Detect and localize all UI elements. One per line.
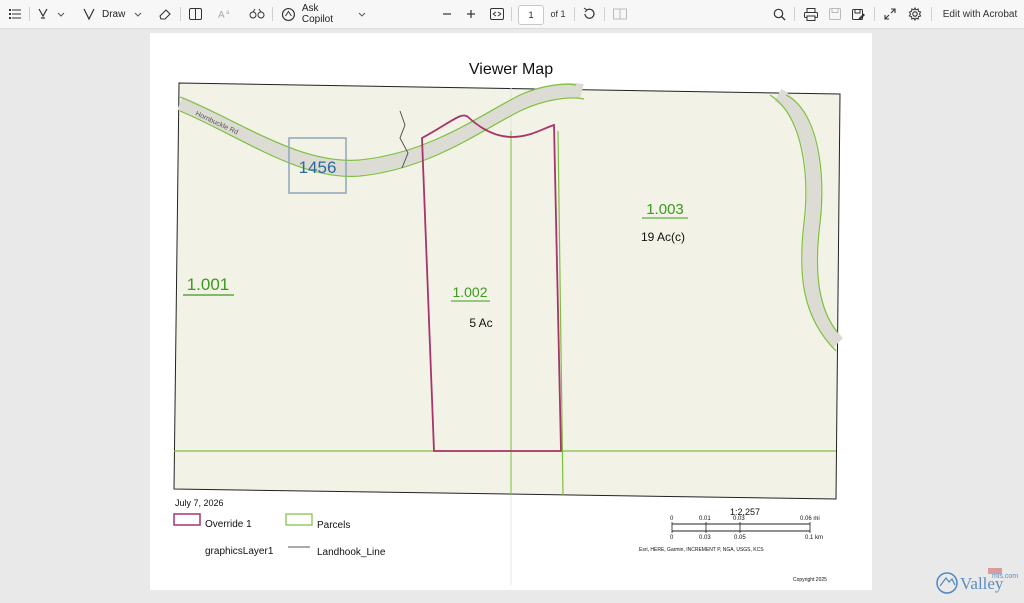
svg-text:a: a [226, 10, 230, 16]
toolbar-divider [272, 7, 273, 21]
svg-text:A: A [218, 10, 225, 20]
parcel-area-1003: 19 Ac(c) [641, 230, 685, 244]
pen-icon [83, 8, 95, 21]
page-view-icon[interactable] [186, 0, 204, 28]
parcel-label-1002: 1.002 [452, 284, 487, 300]
toolbar-divider [604, 7, 605, 21]
fit-page-icon[interactable] [487, 0, 507, 28]
scale-mi-tick: 0.01 [699, 516, 711, 522]
route-badge-label: 1456 [299, 158, 337, 177]
parcel-map: 1456 Hornbuckle Rd 1.001 1.002 5 Ac 1.00… [173, 82, 844, 585]
watermark-sub: mls.com [992, 573, 1018, 580]
toolbar-divider [29, 7, 30, 21]
pdf-page: Viewer Map 1456 Hornbuckle Rd 1.001 1.00… [150, 33, 872, 590]
settings-gear-icon[interactable] [906, 0, 924, 28]
scale-mi-tick: 0 [670, 516, 674, 522]
contents-icon[interactable] [6, 0, 24, 28]
parcel-label-1001: 1.001 [187, 275, 230, 294]
toolbar-divider [574, 7, 575, 21]
immersive-reader-icon[interactable] [248, 0, 266, 28]
copilot-icon [281, 7, 295, 21]
draw-label: Draw [102, 8, 126, 20]
print-icon[interactable] [802, 0, 820, 28]
ask-copilot-button[interactable]: Ask Copilot [281, 0, 367, 28]
search-icon[interactable] [770, 0, 788, 28]
scale-km-tick: 0 [670, 535, 674, 541]
toolbar-divider [794, 7, 795, 21]
toolbar-divider [180, 7, 181, 21]
map-date: July 7, 2026 [175, 498, 224, 508]
zoom-in-icon[interactable] [462, 0, 480, 28]
draw-button[interactable]: Draw [82, 0, 146, 28]
map-attribution: Esri, HERE, Garmin, INCREMENT P, NGA, US… [639, 547, 764, 553]
legend-parcels-label: Parcels [317, 520, 351, 531]
legend-parcels-swatch [285, 513, 313, 526]
fullscreen-icon[interactable] [881, 0, 899, 28]
eraser-icon[interactable] [156, 0, 174, 28]
toolbar-divider [931, 7, 932, 21]
copilot-label: Ask Copilot [301, 3, 334, 25]
chevron-down-icon [134, 12, 142, 17]
toolbar-divider [874, 7, 875, 21]
rotate-icon[interactable] [580, 0, 598, 28]
scale-km-tick: 0.03 [699, 535, 711, 541]
save-as-icon[interactable] [850, 0, 868, 28]
parcel-label-1003: 1.003 [646, 201, 684, 218]
parcel-area-1002: 5 Ac [469, 316, 492, 330]
legend-override-swatch [173, 513, 201, 526]
legend-landhook-label: Landhook_Line [317, 547, 386, 558]
chevron-down-icon [358, 12, 366, 17]
toolbar-divider [511, 7, 512, 21]
zoom-out-icon[interactable] [438, 0, 456, 28]
scale-km-tick: 0.1 km [805, 535, 824, 541]
two-page-icon[interactable] [611, 0, 629, 28]
pdf-toolbar: Draw Aa Ask Copilot 1 of 1 Edit with Acr… [0, 0, 1024, 29]
scale-km-tick: 0.05 [734, 535, 746, 541]
highlight-tool-button[interactable] [36, 0, 66, 28]
page-count: of 1 [550, 9, 566, 19]
save-icon[interactable] [826, 0, 844, 28]
map-copyright: Copyright 2025 [793, 577, 827, 583]
read-aloud-icon[interactable]: Aa [216, 0, 236, 28]
legend-graphics-label: graphicsLayer1 [205, 546, 274, 557]
legend-override-label: Override 1 [205, 519, 252, 530]
edit-with-acrobat-button[interactable]: Edit with Acrobat [940, 0, 1020, 28]
scale-mi-tick: 0.03 [733, 516, 745, 522]
valleymls-watermark: Valley mls.com [934, 564, 1024, 598]
scale-mi-tick: 0.06 mi [800, 516, 820, 522]
page-number-input[interactable]: 1 [518, 5, 544, 25]
